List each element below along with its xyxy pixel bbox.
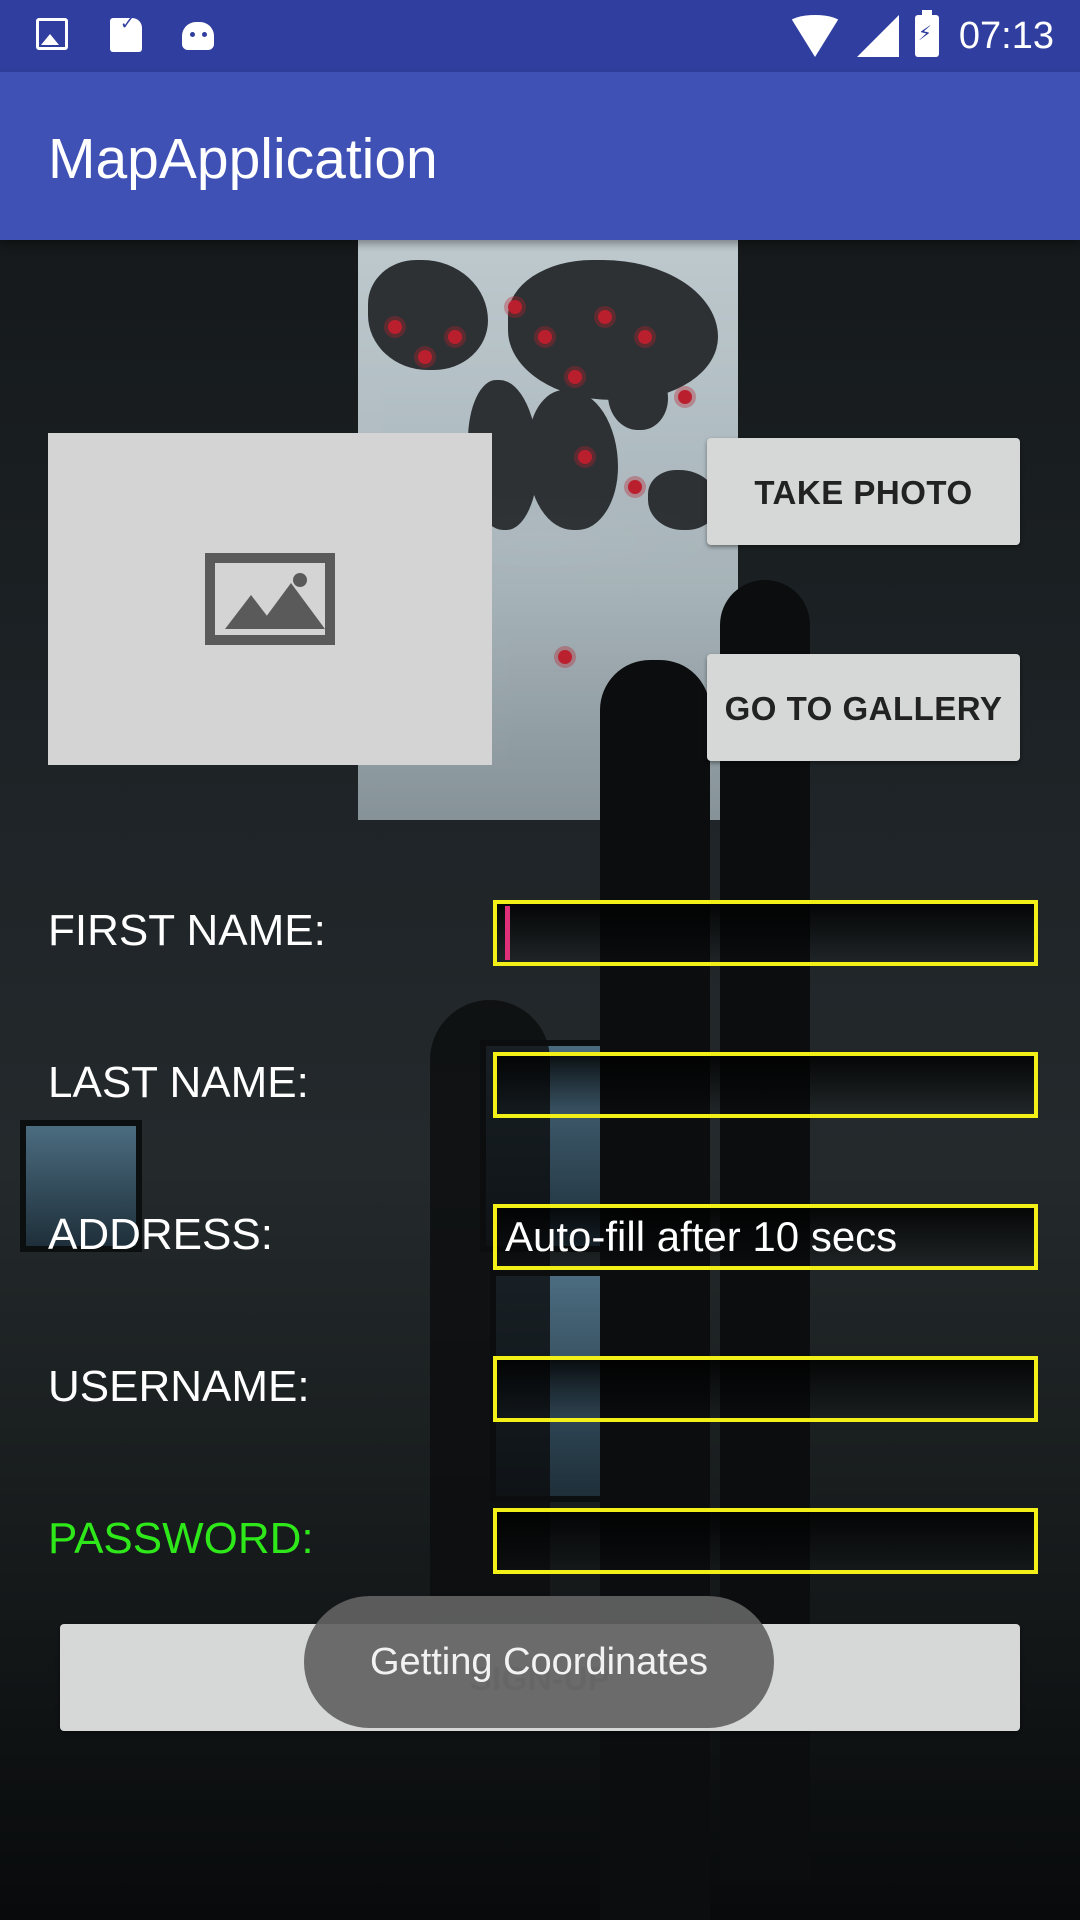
password-label: PASSWORD:	[48, 1514, 314, 1563]
android-icon	[180, 16, 216, 52]
photo-preview	[48, 433, 492, 765]
go-to-gallery-button[interactable]: GO TO GALLERY	[707, 654, 1020, 761]
first-name-label: FIRST NAME:	[48, 906, 326, 955]
battery-charging-icon	[914, 10, 939, 57]
last-name-input[interactable]	[497, 1056, 1034, 1114]
app-bar: MapApplication	[0, 72, 1080, 240]
image-placeholder-icon	[205, 553, 335, 645]
address-input[interactable]	[497, 1208, 1034, 1266]
app-title: MapApplication	[48, 127, 438, 191]
last-name-label: LAST NAME:	[48, 1058, 309, 1107]
last-name-field[interactable]	[493, 1052, 1038, 1118]
address-field[interactable]	[493, 1204, 1038, 1270]
notification-icons	[36, 13, 216, 52]
status-time: 07:13	[958, 14, 1054, 57]
status-bar: 07:13	[0, 0, 1080, 72]
password-field[interactable]	[493, 1508, 1038, 1574]
password-input[interactable]	[497, 1512, 1034, 1570]
take-photo-button[interactable]: TAKE PHOTO	[707, 438, 1020, 545]
username-label: USERNAME:	[48, 1362, 310, 1411]
toast-message: Getting Coordinates	[304, 1596, 774, 1728]
username-field[interactable]	[493, 1356, 1038, 1422]
first-name-input[interactable]	[497, 904, 1034, 962]
first-name-field[interactable]	[493, 900, 1038, 966]
image-icon	[36, 16, 72, 52]
sd-card-icon	[108, 13, 144, 52]
text-cursor	[505, 906, 510, 960]
username-input[interactable]	[497, 1360, 1034, 1418]
signal-icon	[856, 15, 899, 57]
system-icons: 07:13	[788, 10, 1054, 62]
wifi-icon	[788, 15, 841, 57]
address-label: ADDRESS:	[48, 1210, 273, 1259]
